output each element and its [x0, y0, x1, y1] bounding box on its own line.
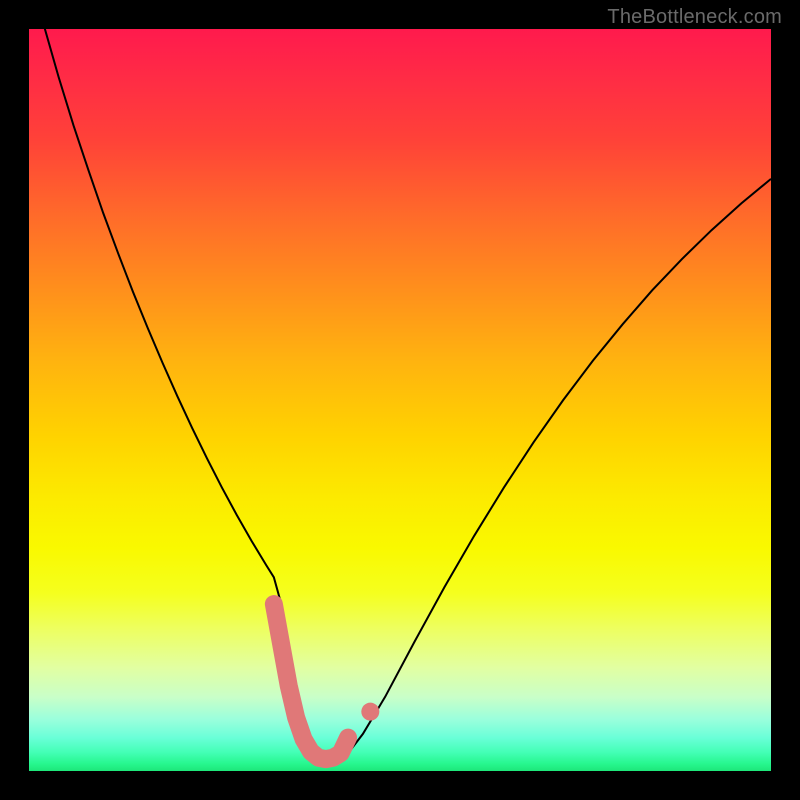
chart-frame: TheBottleneck.com: [0, 0, 800, 800]
watermark-text: TheBottleneck.com: [607, 6, 782, 29]
series-marker-thick: [274, 604, 348, 759]
curve-layer: [29, 29, 771, 771]
plot-area: [29, 29, 771, 771]
series-marker-dot: [361, 703, 379, 721]
series-curve: [29, 29, 771, 759]
